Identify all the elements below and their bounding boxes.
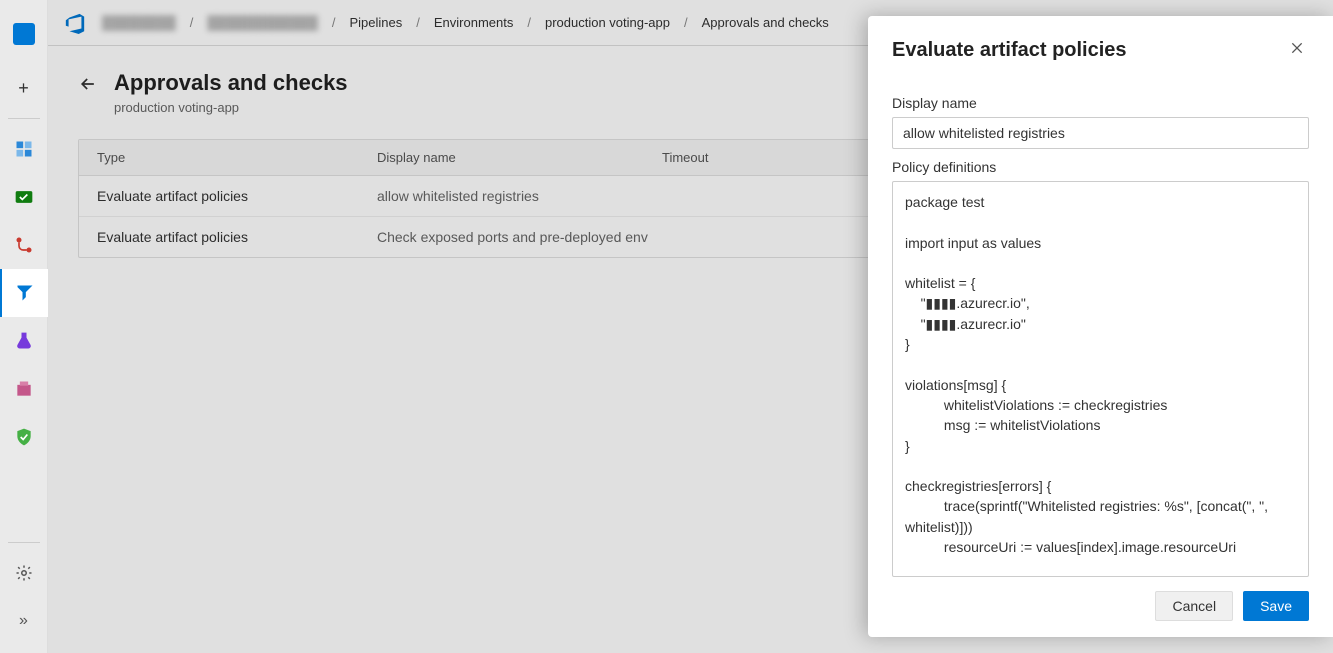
cell-type: Evaluate artifact policies [97,229,377,245]
repos-icon [13,234,35,256]
breadcrumb-env-name[interactable]: production voting-app [545,15,670,30]
boards-icon [13,186,35,208]
artifacts-icon [13,378,35,400]
policy-definitions-label: Policy definitions [892,159,1309,175]
display-name-input[interactable] [892,117,1309,149]
rail-divider [8,118,40,119]
plus-icon: + [18,78,29,99]
breadcrumb-project[interactable]: ████████████ [207,15,318,30]
col-header-displayname: Display name [377,150,662,165]
cell-type: Evaluate artifact policies [97,188,377,204]
rail-repos[interactable] [0,221,48,269]
azure-devops-logo-icon[interactable] [64,12,86,34]
edit-policy-panel: Evaluate artifact policies Display name … [868,16,1333,637]
shield-check-icon [13,426,35,448]
breadcrumb-approvals[interactable]: Approvals and checks [702,15,829,30]
rail-expand[interactable]: » [0,597,48,645]
left-nav-rail: + [0,0,48,653]
breadcrumb-org[interactable]: ████████ [102,15,176,30]
display-name-label: Display name [892,95,1309,111]
close-icon[interactable] [1285,36,1309,65]
chevron-double-right-icon: » [13,610,35,632]
page-title: Approvals and checks [114,70,348,96]
back-arrow-icon[interactable] [78,70,98,99]
col-header-type: Type [97,150,377,165]
rail-testplans[interactable] [0,317,48,365]
rail-artifacts[interactable] [0,365,48,413]
pipelines-icon [14,282,36,304]
project-badge[interactable] [0,10,48,58]
testplans-icon [13,330,35,352]
panel-title: Evaluate artifact policies [892,39,1127,62]
rail-boards[interactable] [0,173,48,221]
rail-pipelines[interactable] [0,269,48,317]
dashboard-icon [13,138,35,160]
breadcrumb-pipelines[interactable]: Pipelines [349,15,402,30]
rail-overview[interactable] [0,125,48,173]
save-button[interactable]: Save [1243,591,1309,621]
rail-compliance[interactable] [0,413,48,461]
rail-divider [8,542,40,543]
cancel-button[interactable]: Cancel [1155,591,1233,621]
cell-displayname: Check exposed ports and pre-deployed env [377,229,662,245]
gear-icon [13,562,35,584]
policy-definitions-textarea[interactable] [892,181,1309,577]
rail-add[interactable]: + [0,64,48,112]
rail-settings[interactable] [0,549,48,597]
breadcrumb-environments[interactable]: Environments [434,15,513,30]
page-subtitle: production voting-app [114,100,348,115]
cell-displayname: allow whitelisted registries [377,188,662,204]
